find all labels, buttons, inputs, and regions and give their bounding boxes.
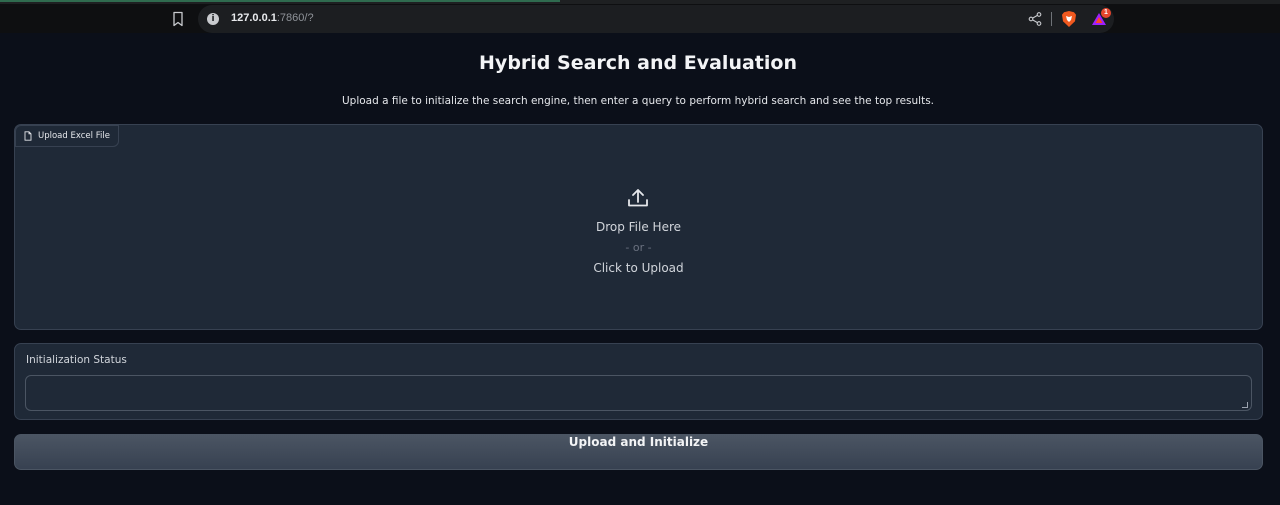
textarea-resize-handle[interactable] [1242, 402, 1248, 408]
or-separator-text: - or - [625, 241, 652, 254]
bookmark-icon[interactable] [171, 11, 185, 27]
address-bar[interactable]: i 127.0.0.1:7860/? 1 [198, 5, 1114, 33]
file-upload-panel: Drop File Here - or - Click to Upload Up… [14, 124, 1263, 330]
file-drop-zone[interactable]: Drop File Here - or - Click to Upload [15, 125, 1262, 329]
toolbar-separator [1051, 12, 1052, 26]
active-tab-indicator [0, 0, 560, 2]
upload-icon [628, 189, 648, 207]
file-icon [24, 131, 32, 141]
page-title: Hybrid Search and Evaluation [479, 52, 797, 74]
status-textarea[interactable] [25, 375, 1252, 411]
url-text[interactable]: 127.0.0.1:7860/? [231, 12, 314, 24]
drop-file-text: Drop File Here [595, 220, 682, 234]
upload-label-text: Upload Excel File [38, 131, 110, 141]
click-to-upload-text: Click to Upload [593, 261, 684, 275]
brave-shields-icon[interactable] [1061, 10, 1077, 28]
notification-badge: 1 [1101, 8, 1111, 18]
url-path: :7860/? [276, 12, 314, 24]
page-description: Upload a file to initialize the search e… [341, 95, 935, 107]
status-label: Initialization Status [26, 354, 127, 366]
initialization-status-panel: Initialization Status [14, 343, 1263, 420]
url-host: 127.0.0.1 [231, 12, 277, 24]
site-info-icon[interactable]: i [207, 13, 219, 25]
browser-toolbar: i 127.0.0.1:7860/? 1 [0, 4, 1280, 33]
share-icon[interactable] [1028, 12, 1042, 26]
upload-field-label: Upload Excel File [15, 125, 119, 147]
upload-and-initialize-button[interactable]: Upload and Initialize [14, 434, 1263, 470]
